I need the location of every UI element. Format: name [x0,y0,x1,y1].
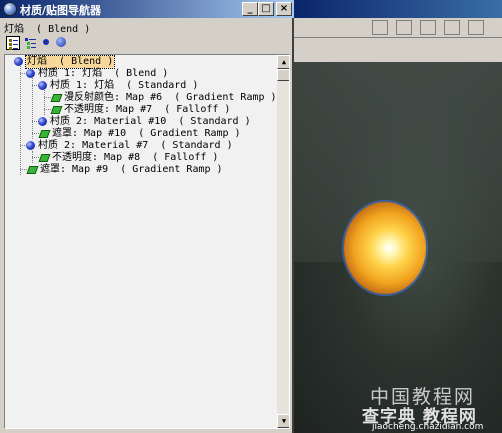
toolbar-button[interactable] [396,20,412,35]
material-sphere-icon [38,81,47,90]
path-bar: 灯焰 ( Blend ) [4,20,284,35]
viewport-window: ▼ 中国教程网 查字典 教程网 jiaocheng.chazidian.com [292,0,502,433]
window-title: 材质/贴图导航器 [20,4,102,17]
toolbar-button[interactable] [372,20,388,35]
toolbar-button[interactable] [444,20,460,35]
tree-item-label: 村质 1: 灯焰 ( Blend ) [38,68,169,79]
close-button[interactable]: × [276,2,292,16]
tree-item-root[interactable]: 灯焰 ( Blend ) [14,55,116,69]
tree-item[interactable]: 遮罩: Map #10 ( Gradient Ramp ) [38,128,241,140]
lamp-flame-render [344,202,426,294]
watermark-url: jiaocheng.chazidian.com [372,422,484,432]
tree-item[interactable]: 村质 1: 灯焰 ( Blend ) [26,68,168,80]
tree-item[interactable]: 漫反射颜色: Map #6 ( Gradient Ramp ) [50,92,277,104]
view-small-icons-icon[interactable] [43,39,49,45]
viewport-titlebar [292,0,502,18]
tree-item[interactable]: 村质 2: Material #7 ( Standard ) [26,140,233,152]
tree-item-label: 遮罩: Map #10 ( Gradient Ramp ) [52,128,241,139]
viewport-options-strip: ▼ [292,38,502,95]
tree-item-label: 村质 2: Material #10 ( Standard ) [50,116,251,127]
tree-item-label: 遮罩: Map #9 ( Gradient Ramp ) [40,164,223,175]
material-sphere-icon [14,57,23,66]
toolbar-button[interactable] [420,20,436,35]
minimize-button[interactable]: _ [242,2,258,16]
tree-item[interactable]: 遮罩: Map #9 ( Gradient Ramp ) [26,164,223,176]
scroll-down-arrow-icon[interactable]: ▼ [277,414,289,428]
map-parallelogram-icon [26,166,39,174]
maximize-button[interactable]: □ [258,2,274,16]
tree-item[interactable]: 不透明度: Map #8 ( Falloff ) [38,152,218,164]
map-parallelogram-icon [38,154,51,162]
view-list-icon[interactable] [6,36,20,50]
tree-item-label: 漫反射颜色: Map #6 ( Gradient Ramp ) [64,92,277,103]
tree-item-label: 村质 1: 灯焰 ( Standard ) [50,80,199,91]
map-parallelogram-icon [50,94,63,102]
view-list-icons-icon[interactable] [24,36,38,50]
scroll-up-arrow-icon[interactable]: ▲ [277,55,289,69]
view-large-icons-icon[interactable] [56,37,66,47]
map-parallelogram-icon [38,130,51,138]
tree-item-label: 村质 2: Material #7 ( Standard ) [38,140,233,151]
tree-item-label: 不透明度: Map #7 ( Falloff ) [64,104,231,115]
material-map-navigator-window: 材质/贴图导航器 _ □ × 灯焰 ( Blend ) 灯焰 (Blend)… [0,0,294,433]
material-sphere-icon [26,141,35,150]
tree-item[interactable]: 村质 1: 灯焰 ( Standard ) [38,80,198,92]
tree-content: 灯焰 ( Blend ) 村质 1: 灯焰 ( Blend ) 村质 1: 灯焰… [5,55,277,428]
vertical-scrollbar[interactable]: ▲ ▼ [277,55,289,428]
render-viewport[interactable]: 中国教程网 查字典 教程网 jiaocheng.chazidian.com [292,62,502,433]
material-tree[interactable]: 灯焰 ( Blend ) 村质 1: 灯焰 ( Blend ) 村质 1: 灯焰… [4,54,290,429]
tree-item[interactable]: 不透明度: Map #7 ( Falloff ) [50,104,230,116]
current-path: 灯焰 ( Blend ) [4,24,91,35]
viewport-toolbar [292,18,502,38]
material-sphere-icon [38,117,47,126]
map-parallelogram-icon [50,106,63,114]
toolbar-button[interactable] [468,20,484,35]
tree-item-label: 灯焰 ( Blend ) [24,55,116,69]
tree-item-label: 不透明度: Map #8 ( Falloff ) [52,152,219,163]
tree-item[interactable]: 村质 2: Material #10 ( Standard ) [38,116,251,128]
view-mode-toolbar [4,36,74,52]
app-icon [3,2,17,16]
material-sphere-icon [26,69,35,78]
scrollbar-thumb[interactable] [277,69,289,81]
window-titlebar[interactable]: 材质/贴图导航器 _ □ × [0,0,294,18]
